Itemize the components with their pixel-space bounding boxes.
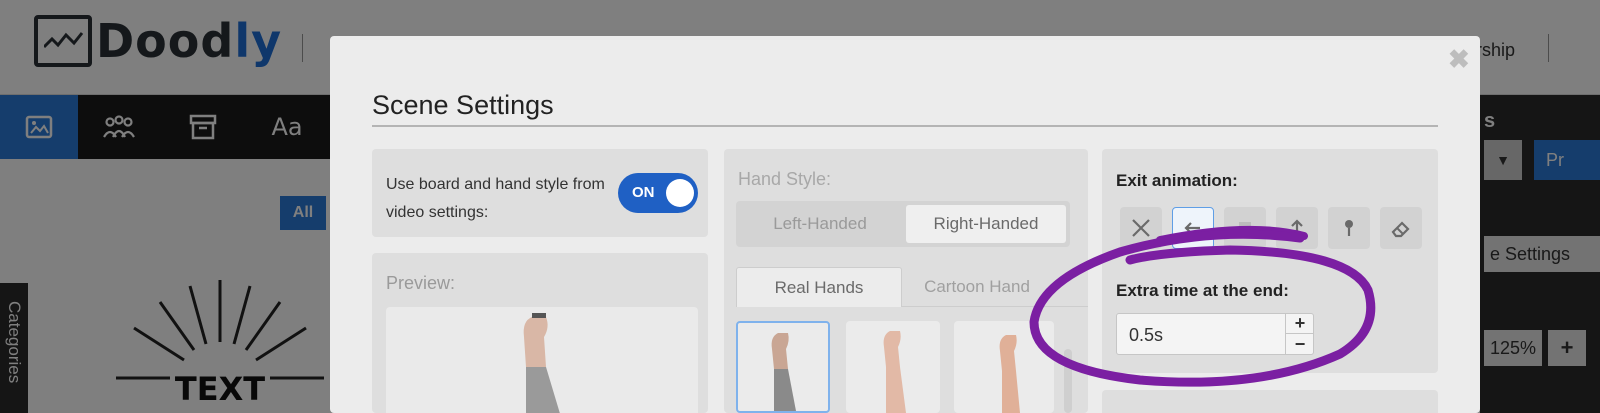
none-icon xyxy=(1132,219,1150,237)
tab-cartoon-hands[interactable]: Cartoon Hand xyxy=(902,267,1052,307)
toggle-knob xyxy=(666,179,694,207)
board-style-card: Use board and hand style from video sett… xyxy=(372,149,708,237)
exit-swipe-button[interactable] xyxy=(1172,207,1214,249)
real-hand-image xyxy=(999,335,1020,413)
handedness-selector: Left-Handed Right-Handed xyxy=(736,201,1070,247)
hand-style-label: Hand Style: xyxy=(738,169,832,189)
hand-option-thumbnail[interactable] xyxy=(736,321,830,413)
real-hand-image xyxy=(883,331,906,413)
exit-eraser-button[interactable] xyxy=(1380,207,1422,249)
swipe-left-icon xyxy=(1184,222,1200,234)
hands-scrollbar[interactable] xyxy=(1064,349,1072,413)
board-style-label: Use board and hand style from video sett… xyxy=(386,176,605,221)
fade-icon xyxy=(1239,222,1251,234)
extra-time-stepper: + − xyxy=(1285,313,1314,354)
preview-card: Preview: xyxy=(372,253,708,413)
toggle-state-label: ON xyxy=(632,184,655,201)
exit-fade-button[interactable] xyxy=(1224,207,1266,249)
hand-option-thumbnail[interactable] xyxy=(846,321,940,413)
exit-move-up-button[interactable] xyxy=(1276,207,1318,249)
scene-settings-modal: ✖ Scene Settings Use board and hand styl… xyxy=(330,36,1480,413)
close-icon[interactable]: ✖ xyxy=(1448,44,1470,75)
increment-button[interactable]: + xyxy=(1286,313,1314,334)
eraser-icon xyxy=(1391,221,1410,238)
preview-canvas xyxy=(386,307,698,413)
extra-time-label: Extra time at the end: xyxy=(1116,281,1289,300)
left-handed-option[interactable]: Left-Handed xyxy=(740,205,900,243)
additional-settings-card xyxy=(1102,390,1438,413)
extra-time-value: 0.5s xyxy=(1129,325,1164,345)
real-hand-image xyxy=(771,333,796,411)
move-up-icon xyxy=(1291,219,1303,236)
hand-type-tabs: Real Hands Cartoon Hand xyxy=(736,267,1088,307)
modal-title: Scene Settings xyxy=(372,90,554,120)
preview-label: Preview: xyxy=(386,273,456,293)
pin-icon xyxy=(1345,220,1353,236)
exit-animation-label: Exit animation: xyxy=(1116,171,1238,190)
exit-animation-card: Exit animation: Extra time at the end: 0… xyxy=(1102,149,1438,373)
title-divider xyxy=(372,125,1438,127)
exit-pin-button[interactable] xyxy=(1328,207,1370,249)
hand-style-card: Hand Style: Left-Handed Right-Handed Rea… xyxy=(724,149,1088,413)
tab-real-hands[interactable]: Real Hands xyxy=(736,267,902,307)
hand-option-thumbnail[interactable] xyxy=(954,321,1054,413)
extra-time-input[interactable]: 0.5s + − xyxy=(1116,313,1314,355)
decrement-button[interactable]: − xyxy=(1286,334,1314,354)
right-handed-option[interactable]: Right-Handed xyxy=(906,205,1066,243)
exit-none-button[interactable] xyxy=(1120,207,1162,249)
hand-preview-image xyxy=(523,313,560,413)
board-style-toggle[interactable]: ON xyxy=(618,173,698,213)
